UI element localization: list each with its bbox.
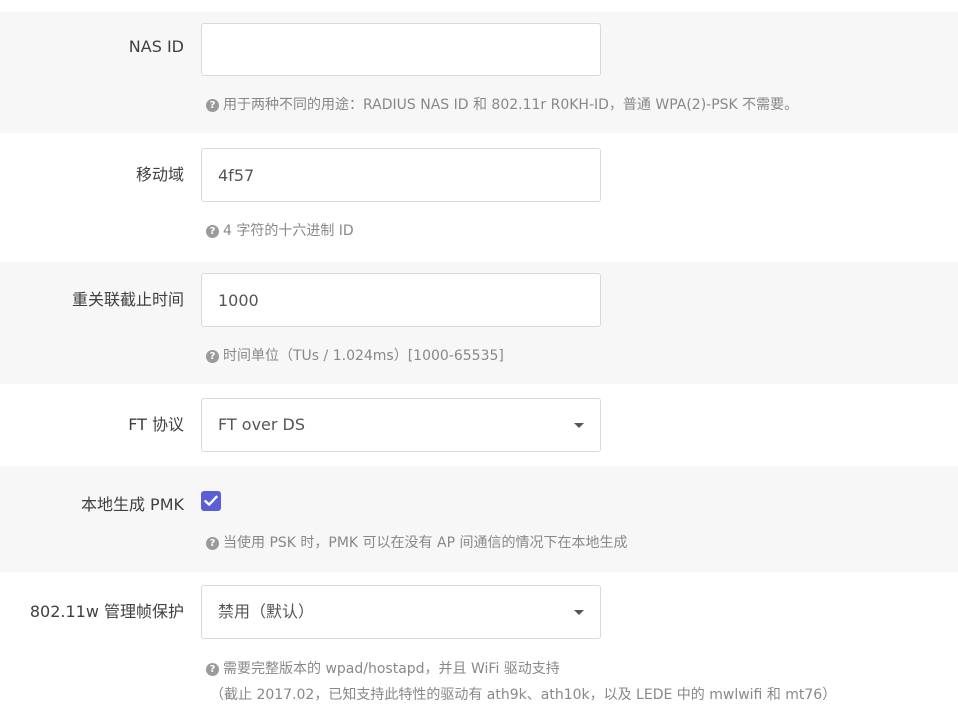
reassociation-deadline-description: ? 时间单位（TUs / 1.024ms）[1000-65535] [206,345,504,365]
reassociation-deadline-label: 重关联截止时间 [71,290,184,309]
question-circle-icon: ? [206,225,219,238]
local-pmk-description-text: 当使用 PSK 时，PMK 可以在没有 AP 间通信的情况下在本地生成 [223,535,628,551]
ft-protocol-label: FT 协议 [128,415,184,434]
caret-down-icon [574,423,584,428]
form-row-reassociation-deadline: 重关联截止时间 ? 时间单位（TUs / 1.024ms）[1000-65535] [0,262,958,384]
ft-protocol-select[interactable]: FT over DS [201,398,601,452]
mobility-domain-description-text: 4 字符的十六进制 ID [223,223,354,239]
mobility-domain-input[interactable] [201,148,601,202]
question-circle-icon: ? [206,99,219,112]
question-circle-icon: ? [206,350,219,363]
form-row-mgmt-frame-protection: 802.11w 管理帧保护 禁用（默认） ? 需要完整版本的 wpad/hosta… [0,572,958,716]
form-row-nas-id: NAS ID ? 用于两种不同的用途：RADIUS NAS ID 和 802.11… [0,12,958,133]
form-row-mobility-domain: 移动域 ? 4 字符的十六进制 ID [0,133,958,262]
checkmark-icon [204,495,218,506]
mgmt-frame-protection-label: 802.11w 管理帧保护 [29,602,184,621]
question-circle-icon: ? [206,537,219,550]
mobility-domain-label: 移动域 [135,165,184,184]
nas-id-label: NAS ID [128,37,184,56]
mgmt-frame-protection-select[interactable]: 禁用（默认） [201,585,601,639]
mgmt-frame-protection-select-wrap: 禁用（默认） [201,585,601,639]
local-pmk-label: 本地生成 PMK [80,495,184,514]
ft-protocol-select-wrap: FT over DS [201,398,601,452]
mgmt-frame-protection-description-line2-wrap: （截止 2017.02，已知支持此特性的驱动有 ath9k、ath10k，以及 … [210,684,836,704]
mgmt-frame-protection-selected-value: 禁用（默认） [218,602,315,621]
mgmt-frame-protection-description-line1: 需要完整版本的 wpad/hostapd，并且 WiFi 驱动支持 [223,661,560,677]
local-pmk-checkbox[interactable] [201,491,221,511]
local-pmk-description: ? 当使用 PSK 时，PMK 可以在没有 AP 间通信的情况下在本地生成 [206,532,627,552]
reassociation-deadline-input[interactable] [201,273,601,327]
question-circle-icon: ? [206,663,219,676]
nas-id-description-text: 用于两种不同的用途：RADIUS NAS ID 和 802.11r R0KH-I… [223,97,799,113]
nas-id-input[interactable] [201,23,601,76]
form-row-local-pmk: 本地生成 PMK ? 当使用 PSK 时，PMK 可以在没有 AP 间通信的情况下… [0,466,958,572]
mgmt-frame-protection-description-line2: （截止 2017.02，已知支持此特性的驱动有 ath9k、ath10k，以及 … [210,687,837,703]
caret-down-icon [574,610,584,615]
form-row-ft-protocol: FT 协议 FT over DS [0,384,958,466]
mgmt-frame-protection-description: ? 需要完整版本的 wpad/hostapd，并且 WiFi 驱动支持 [206,658,560,678]
nas-id-description: ? 用于两种不同的用途：RADIUS NAS ID 和 802.11r R0KH-… [206,94,798,114]
mobility-domain-description: ? 4 字符的十六进制 ID [206,220,354,240]
reassociation-deadline-description-text: 时间单位（TUs / 1.024ms）[1000-65535] [223,348,504,364]
ft-protocol-selected-value: FT over DS [218,415,306,434]
